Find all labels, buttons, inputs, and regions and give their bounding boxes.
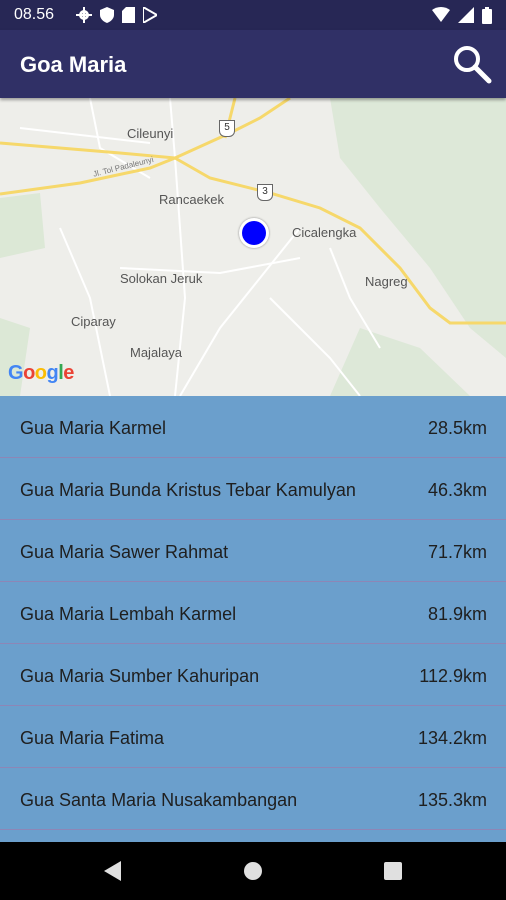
- location-distance: 46.3km: [427, 480, 487, 500]
- map-view[interactable]: 5 3 Jl. Tol Padaleunyi Cileunyi Rancaeke…: [0, 98, 506, 396]
- sd-card-icon: [122, 7, 135, 23]
- location-distance: 134.2km: [417, 728, 487, 748]
- place-label-cileunyi: Cileunyi: [127, 126, 174, 141]
- list-item[interactable]: Gua Maria Sumber Kahuripan 112.9km: [0, 644, 506, 706]
- location-list: Gua Maria Karmel 28.5km Gua Maria Bunda K…: [0, 396, 506, 842]
- place-label-cicalengka: Cicalengka: [292, 225, 357, 240]
- road-shield-3: 3: [257, 184, 273, 201]
- location-name: Gua Maria Sawer Rahmat: [20, 542, 229, 562]
- status-time: 08.56: [14, 6, 55, 23]
- place-label-ciparay: Ciparay: [71, 314, 116, 329]
- page-title: Goa Maria: [20, 52, 127, 77]
- location-name: Gua Maria Fatima: [20, 728, 165, 748]
- current-location-marker[interactable]: [239, 218, 269, 248]
- recents-icon[interactable]: [381, 859, 405, 883]
- settings-icon: [76, 7, 92, 23]
- location-name: Gua Maria Bunda Kristus Tebar Kamulyan: [20, 480, 356, 500]
- back-icon[interactable]: [101, 859, 125, 883]
- location-distance: 81.9km: [427, 604, 487, 624]
- road-shield-5: 5: [219, 120, 235, 137]
- wifi-icon: [432, 7, 450, 22]
- place-label-nagreg: Nagreg: [365, 274, 408, 289]
- location-name: Gua Maria Karmel: [20, 418, 167, 438]
- location-distance: 71.7km: [427, 542, 487, 562]
- signal-icon: [458, 7, 474, 23]
- location-name: Gua Santa Maria Nusakambangan: [20, 790, 298, 810]
- list-item[interactable]: Gua Santa Maria Nusakambangan 135.3km: [0, 768, 506, 830]
- location-name: Gua Maria Lembah Karmel: [20, 604, 237, 624]
- system-nav-bar: [0, 842, 506, 900]
- location-distance: 135.3km: [417, 790, 487, 810]
- location-name: Gua Maria Sumber Kahuripan: [20, 666, 260, 686]
- home-icon[interactable]: [241, 859, 265, 883]
- app-bar: Goa Maria: [0, 30, 506, 98]
- status-bar: 08.56: [0, 0, 506, 30]
- list-item[interactable]: Gua Maria Fatima 134.2km: [0, 706, 506, 768]
- shield-icon: [100, 7, 114, 23]
- list-item[interactable]: Gua Maria Karmel 28.5km: [0, 396, 506, 458]
- battery-icon: [482, 7, 492, 24]
- location-distance: 28.5km: [427, 418, 487, 438]
- place-label-solokan-jeruk: Solokan Jeruk: [120, 271, 203, 286]
- list-item[interactable]: Gua Maria Lembah Karmel 81.9km: [0, 582, 506, 644]
- play-store-icon: [143, 7, 157, 23]
- list-item[interactable]: Gua Maria Sawer Rahmat 71.7km: [0, 520, 506, 582]
- location-distance: 112.9km: [419, 666, 487, 686]
- place-label-rancaekek: Rancaekek: [159, 192, 225, 207]
- google-logo[interactable]: Google: [8, 362, 74, 385]
- search-icon[interactable]: [452, 44, 492, 84]
- list-item[interactable]: Gua Maria Bunda Kristus Tebar Kamulyan 46…: [0, 458, 506, 520]
- place-label-majalaya: Majalaya: [130, 345, 183, 360]
